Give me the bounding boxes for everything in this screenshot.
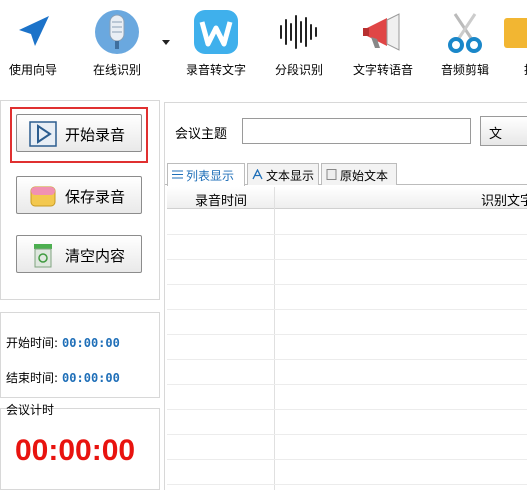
tab-label: 文本显示 xyxy=(266,169,315,183)
save-record-button[interactable]: 保存录音 xyxy=(16,176,142,214)
start-record-label: 开始录音 xyxy=(65,126,126,144)
end-time-label: 结束时间: xyxy=(6,371,59,385)
table-row-line xyxy=(167,484,527,485)
toolbar-item-online-recognition[interactable]: 在线识别 xyxy=(82,0,152,90)
toolbar-label: 分段识别 xyxy=(274,63,323,77)
table-row-line xyxy=(167,434,527,435)
letter-a-icon xyxy=(252,169,263,180)
tab-label: 列表显示 xyxy=(186,169,235,183)
column-header-record-time[interactable]: 录音时间 xyxy=(195,190,247,209)
toolbar-item-audio-edit[interactable]: 音频剪辑 xyxy=(430,0,500,90)
toolbar-label: 使用向导 xyxy=(8,63,57,77)
clear-content-button[interactable]: 清空内容 xyxy=(16,235,142,273)
folder-icon xyxy=(504,18,527,48)
column-separator xyxy=(274,187,275,490)
megaphone-icon xyxy=(363,13,400,51)
topic-button[interactable]: 文 xyxy=(480,116,527,146)
tab-label: 原始文本 xyxy=(340,169,389,183)
start-record-button[interactable]: 开始录音 xyxy=(16,114,142,152)
list-icon xyxy=(172,170,183,179)
main-area: 会议主题 文 列表显示 文本显示 原始文本 录音时间 识别文字 xyxy=(164,102,527,490)
toolbar-label: 在线识别 xyxy=(92,63,141,77)
end-time-value: 00:00:00 xyxy=(62,371,120,385)
toolbar-item-wizard[interactable]: 使用向导 xyxy=(0,0,66,90)
topic-input[interactable] xyxy=(242,118,471,144)
table-row-line xyxy=(167,334,527,335)
meeting-timer-value: 00:00:00 xyxy=(15,434,136,467)
table-row-line xyxy=(167,284,527,285)
scissors-icon xyxy=(448,13,482,53)
table-row-line xyxy=(167,359,527,360)
start-time-row: 开始时间: 00:00:00 xyxy=(6,334,120,351)
table-row-line xyxy=(167,384,527,385)
toolbar-item-extract[interactable]: 提 xyxy=(504,0,527,90)
toolbar-label: 录音转文字 xyxy=(185,63,246,77)
play-icon xyxy=(29,121,57,147)
toolbar-label: 文字转语音 xyxy=(352,63,413,77)
toolbar-item-text-to-speech[interactable]: 文字转语音 xyxy=(344,0,422,90)
table-row-line xyxy=(167,309,527,310)
save-record-label: 保存录音 xyxy=(65,188,126,206)
document-icon xyxy=(326,169,337,180)
sound-wave-icon xyxy=(280,15,317,49)
table-row-line xyxy=(167,409,527,410)
start-time-label: 开始时间: xyxy=(6,336,59,350)
table-row-line xyxy=(167,259,527,260)
end-time-row: 结束时间: 00:00:00 xyxy=(6,369,120,386)
start-time-value: 00:00:00 xyxy=(62,336,120,350)
tab-text-view[interactable]: 文本显示 xyxy=(247,163,319,185)
microphone-icon xyxy=(95,10,139,54)
toolbar-item-record-to-text[interactable]: 录音转文字 xyxy=(178,0,254,90)
table-header: 录音时间 识别文字 xyxy=(167,187,527,209)
left-panel: 开始录音 保存录音 清空内容 开始时间: 00:00:00 结束时间: 00:00:… xyxy=(0,90,160,490)
clear-content-label: 清空内容 xyxy=(65,247,126,265)
tab-raw-text[interactable]: 原始文本 xyxy=(321,163,397,185)
chevron-down-icon[interactable] xyxy=(162,40,170,45)
navigation-arrow-icon xyxy=(19,16,49,46)
view-tabs: 列表显示 文本显示 原始文本 xyxy=(165,163,527,186)
table-row-line xyxy=(167,459,527,460)
toolbar-label: 音频剪辑 xyxy=(440,63,489,77)
meeting-timer-label: 会议计时 xyxy=(6,403,55,417)
recognition-table: 录音时间 识别文字 xyxy=(167,187,527,490)
w-badge-icon xyxy=(194,10,238,54)
tab-list-view[interactable]: 列表显示 xyxy=(167,163,245,186)
table-row-line xyxy=(167,234,527,235)
toolbar: 使用向导 在线识别 录音转文字 分段识别 文字转语音 音频剪辑 xyxy=(0,0,527,90)
recycle-bin-icon xyxy=(34,244,52,268)
column-header-recognized-text[interactable]: 识别文字 xyxy=(481,190,527,209)
save-folder-icon xyxy=(30,186,56,207)
topic-button-label: 文 xyxy=(489,127,503,142)
toolbar-item-segment-recognition[interactable]: 分段识别 xyxy=(265,0,333,90)
topic-label: 会议主题 xyxy=(175,127,228,142)
